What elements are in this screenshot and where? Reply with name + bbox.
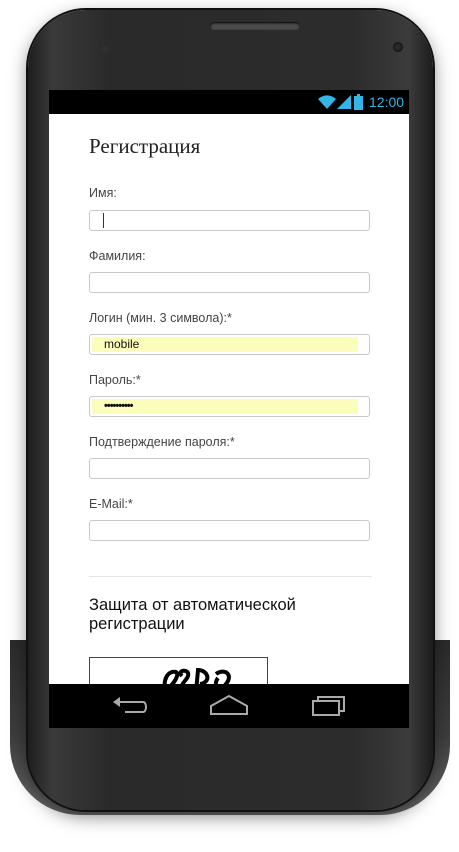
captcha-image — [162, 667, 231, 684]
back-icon[interactable] — [111, 696, 147, 716]
page-title: Регистрация — [89, 134, 201, 158]
clock: 12:00 — [369, 94, 405, 110]
nav-bar — [49, 684, 409, 728]
status-bar: 12:00 — [49, 90, 409, 114]
signal-icon — [337, 95, 351, 109]
recents-icon[interactable] — [311, 696, 347, 716]
login-input[interactable]: mobile — [89, 334, 370, 355]
earpiece-speaker — [210, 22, 300, 30]
last-name-input[interactable] — [89, 272, 370, 293]
login-value: mobile — [104, 337, 140, 351]
password-confirm-label: Подтверждение пароля:* — [89, 435, 235, 449]
registration-page: Регистрация Имя: Фамилия: Логин (мин. 3 … — [49, 114, 409, 684]
password-input[interactable]: •••••••••• — [89, 396, 370, 417]
text-cursor — [103, 213, 104, 228]
email-label: E-Mail:* — [89, 497, 133, 511]
login-label: Логин (мин. 3 символа):* — [89, 311, 232, 325]
proximity-sensor — [101, 46, 109, 52]
first-name-label: Имя: — [89, 186, 117, 200]
screen: 12:00 Регистрация Имя: Фамилия: Логин (м… — [49, 90, 409, 728]
captcha-box — [89, 657, 268, 684]
wifi-icon — [318, 95, 336, 109]
home-icon[interactable] — [209, 694, 249, 716]
battery-icon — [354, 94, 363, 110]
password-value: •••••••••• — [104, 400, 133, 412]
password-confirm-input[interactable] — [89, 458, 370, 479]
email-input[interactable] — [89, 520, 370, 541]
captcha-section-title: Защита от автоматической регистрации — [89, 596, 296, 633]
first-name-input[interactable] — [89, 210, 370, 231]
front-camera — [393, 42, 403, 52]
divider — [89, 576, 372, 577]
password-label: Пароль:* — [89, 373, 141, 387]
last-name-label: Фамилия: — [89, 249, 146, 263]
